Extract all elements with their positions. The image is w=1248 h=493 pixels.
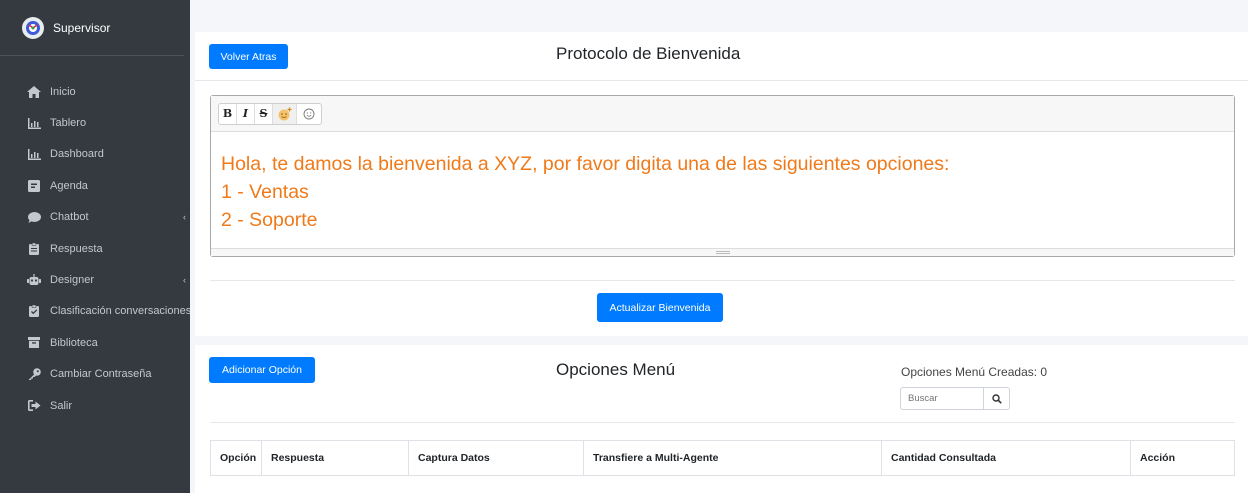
sidebar-item-inicio[interactable]: Inicio (0, 76, 190, 107)
brand-logo-icon (22, 16, 44, 39)
sidebar-item-label: Chatbot (50, 211, 89, 224)
insert-emoji-icon[interactable] (273, 103, 297, 124)
column-header[interactable]: Transfiere a Multi-Agente (584, 441, 882, 475)
sidebar: Supervisor Inicio Tablero Dashboard Agen… (0, 0, 190, 493)
sidebar-item-designer[interactable]: Designer ‹ (0, 264, 190, 295)
search-icon (991, 393, 1002, 404)
editor-line: 1 - Ventas (221, 181, 309, 203)
strikethrough-button[interactable]: S (255, 103, 273, 124)
column-header[interactable]: Captura Datos (409, 441, 584, 475)
divider (210, 422, 1235, 423)
clipboard-check-icon (27, 304, 41, 318)
sidebar-item-label: Agenda (50, 179, 88, 192)
editor-line: Hola, te damos la bienvenida a XYZ, por … (221, 153, 950, 175)
chart-area-icon (27, 147, 41, 161)
top-strip (190, 0, 1248, 10)
key-icon (27, 367, 41, 381)
sidebar-item-chatbot[interactable]: Chatbot ‹ (0, 202, 190, 233)
sidebar-item-label: Clasificación conversaciones (50, 305, 190, 318)
column-header[interactable]: Acción (1131, 441, 1234, 475)
sidebar-item-label: Inicio (50, 85, 76, 98)
sidebar-item-label: Tablero (50, 117, 87, 130)
menu-title: Opciones Menú (556, 360, 676, 379)
column-header[interactable]: Opción (211, 441, 262, 475)
bold-button[interactable]: B (219, 103, 237, 124)
sidebar-item-cambiar-contrasena[interactable]: Cambiar Contraseña (0, 359, 190, 390)
sidebar-item-clasificacion[interactable]: Clasificación conversaciones (0, 296, 190, 327)
add-option-button[interactable]: Adicionar Opción (209, 357, 315, 383)
editor-toolbar: B I S (211, 96, 1234, 132)
sidebar-item-agenda[interactable]: Agenda (0, 170, 190, 201)
chart-area-icon (27, 116, 41, 130)
menu-count-label: Opciones Menú Creadas: 0 (901, 365, 1048, 379)
grip-icon (715, 251, 730, 254)
sidebar-item-label: Biblioteca (50, 336, 98, 349)
divider (195, 80, 1248, 81)
robot-icon (27, 273, 41, 287)
sidebar-item-biblioteca[interactable]: Biblioteca (0, 327, 190, 358)
chevron-left-icon: ‹ (183, 275, 186, 286)
archive-icon (27, 336, 41, 350)
column-header[interactable]: Cantidad Consultada (882, 441, 1131, 475)
divider (210, 280, 1235, 281)
options-table-header: Opción Respuesta Captura Datos Transfier… (210, 440, 1235, 476)
welcome-title: Protocolo de Bienvenida (556, 44, 741, 63)
smiley-icon[interactable] (297, 104, 321, 124)
sidebar-nav: Inicio Tablero Dashboard Agenda Chatbot (0, 76, 190, 421)
sidebar-item-salir[interactable]: Salir (0, 390, 190, 421)
sidebar-item-respuesta[interactable]: Respuesta (0, 233, 190, 264)
search-button[interactable] (984, 387, 1010, 410)
sidebar-item-label: Respuesta (50, 242, 103, 255)
clipboard-icon (27, 242, 41, 256)
home-icon (27, 85, 41, 99)
update-welcome-button[interactable]: Actualizar Bienvenida (597, 293, 723, 322)
brand-name: Supervisor (53, 20, 111, 35)
comment-icon (27, 210, 41, 224)
sidebar-item-label: Dashboard (50, 148, 104, 161)
format-group: B I S (218, 102, 322, 125)
brand[interactable]: Supervisor (0, 0, 184, 56)
sidebar-item-tablero[interactable]: Tablero (0, 107, 190, 138)
sign-out-icon (27, 399, 41, 413)
editor-content[interactable]: Hola, te damos la bienvenida a XYZ, por … (211, 132, 1234, 234)
column-header[interactable]: Respuesta (262, 441, 409, 475)
sidebar-item-label: Salir (50, 399, 73, 412)
sidebar-item-dashboard[interactable]: Dashboard (0, 139, 190, 170)
search-input[interactable] (900, 387, 984, 410)
editor-line: 2 - Soporte (221, 209, 318, 231)
editor-resize-handle[interactable] (211, 248, 1234, 256)
italic-button[interactable]: I (237, 103, 255, 124)
back-button[interactable]: Volver Atras (209, 44, 288, 69)
rich-text-editor[interactable]: B I S Hola, te damos la bienvenida a XYZ… (210, 95, 1235, 257)
sidebar-item-label: Cambiar Contraseña (50, 368, 152, 381)
search-group (900, 387, 1010, 410)
calendar-icon (27, 179, 41, 193)
chevron-left-icon: ‹ (183, 212, 186, 223)
sidebar-item-label: Designer (50, 274, 95, 287)
